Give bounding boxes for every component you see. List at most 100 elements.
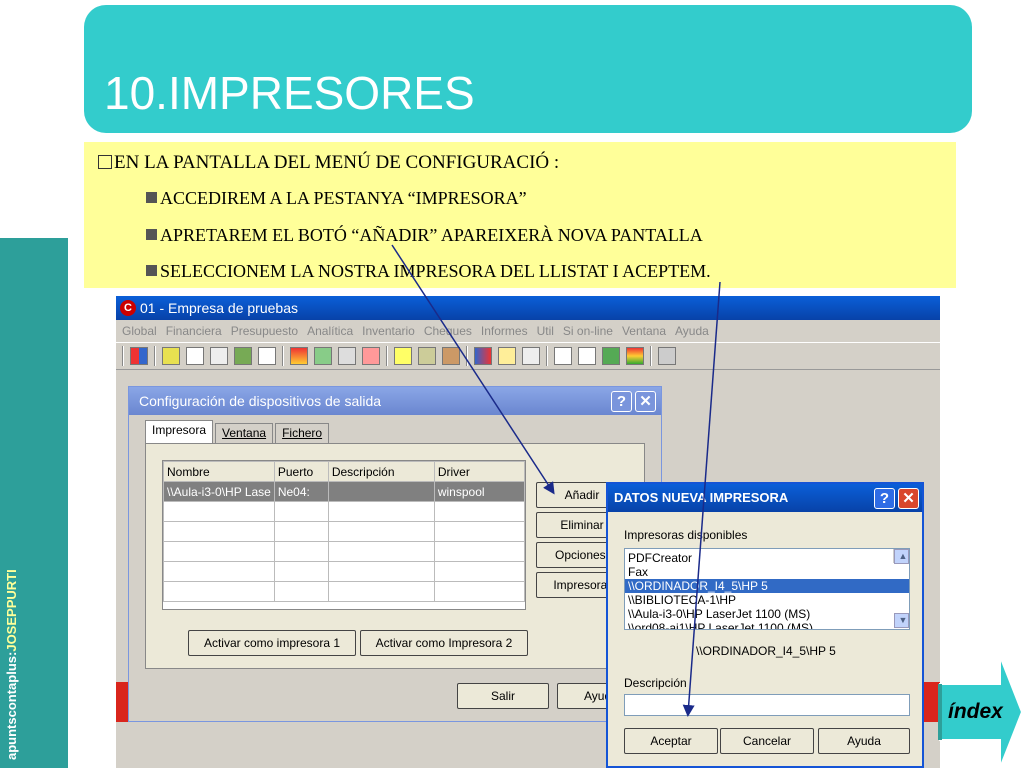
list-item[interactable]: PDFCreator (625, 551, 909, 565)
menu-presupuesto[interactable]: Presupuesto (231, 324, 298, 338)
nueva-titlebar: DATOS NUEVA IMPRESORA ? ✕ (608, 484, 922, 512)
selected-printer-text: \\ORDINADOR_I4_5\HP 5 (696, 644, 836, 658)
menu-analitica[interactable]: Analítica (307, 324, 353, 338)
app-toolbar (116, 342, 940, 370)
list-item[interactable]: \\ord08-ai1\HP LaserJet 1100 (MS) (625, 621, 909, 629)
toolbar-check-icon[interactable] (314, 347, 332, 365)
list-item[interactable]: \\Aula-i3-0\HP LaserJet 1100 (MS) (625, 607, 909, 621)
toolbar-money-icon[interactable] (418, 347, 436, 365)
toolbar-flag-icon[interactable] (290, 347, 308, 365)
left-sidebar: apuntscontaplus:JOSEPPURTI (0, 0, 68, 768)
printers-list[interactable]: PDFCreator Fax \\ORDINADOR_I4_5\HP 5 \\B… (624, 548, 910, 630)
toolbar-book-icon[interactable] (338, 347, 356, 365)
menu-ventana[interactable]: Ventana (622, 324, 666, 338)
toolbar-separator (386, 346, 388, 366)
bullet-item-text: APRETAREM EL BOTÓ “AÑADIR” APAREIXERÀ NO… (160, 225, 703, 245)
printers-table[interactable]: Nombre Puerto Descripción Driver \\Aula-… (162, 460, 526, 610)
aceptar-button[interactable]: Aceptar (624, 728, 718, 754)
bullet-main: EN LA PANTALLA DEL MENÚ DE CONFIGURACIÓ … (98, 152, 559, 174)
list-scrollbar[interactable]: ▲ ▼ (893, 549, 909, 628)
table-row[interactable] (163, 521, 526, 542)
menu-si-online[interactable]: Si on-line (563, 324, 613, 338)
close-icon[interactable]: ✕ (898, 488, 919, 509)
app-title-text: 01 - Empresa de pruebas (140, 300, 298, 316)
config-tabs: Impresora Ventana Fichero (145, 420, 331, 444)
bullet-item: ACCEDIREM A LA PESTANYA “IMPRESORA” (146, 188, 527, 209)
config-panel: Nombre Puerto Descripción Driver \\Aula-… (145, 443, 645, 669)
menu-informes[interactable]: Informes (481, 324, 528, 338)
table-row[interactable] (163, 541, 526, 562)
table-row[interactable]: \\Aula-i3-0\HP Lase Ne04: winspool (163, 481, 526, 502)
nueva-impresora-dialog: DATOS NUEVA IMPRESORA ? ✕ Impresoras dis… (606, 482, 924, 768)
menu-ayuda[interactable]: Ayuda (675, 324, 709, 338)
table-row[interactable] (163, 581, 526, 602)
bullet-box: EN LA PANTALLA DEL MENÚ DE CONFIGURACIÓ … (84, 142, 956, 288)
toolbar-be-icon[interactable] (258, 347, 276, 365)
tab-fichero[interactable]: Fichero (275, 423, 330, 443)
toolbar-separator (546, 346, 548, 366)
impresoras-disponibles-label: Impresoras disponibles (624, 528, 748, 542)
toolbar-report-icon[interactable] (498, 347, 516, 365)
toolbar-calendar-icon[interactable] (362, 347, 380, 365)
menu-util[interactable]: Util (537, 324, 554, 338)
list-item[interactable]: \\BIBLIOTECA-1\HP (625, 593, 909, 607)
toolbar-transfer-icon[interactable] (602, 347, 620, 365)
menu-financiera[interactable]: Financiera (166, 324, 222, 338)
config-title-text: Configuración de dispositivos de salida (139, 393, 382, 409)
toolbar-separator (122, 346, 124, 366)
table-row[interactable] (163, 501, 526, 522)
help-icon[interactable]: ? (874, 488, 895, 509)
descripcion-input[interactable] (624, 694, 910, 716)
toolbar-calculator-icon[interactable] (658, 347, 676, 365)
list-item[interactable]: Fax (625, 565, 909, 579)
close-icon[interactable]: ✕ (635, 391, 656, 412)
config-titlebar: Configuración de dispositivos de salida … (129, 387, 661, 415)
app-titlebar: C 01 - Empresa de pruebas (116, 296, 940, 320)
toolbar-separator (466, 346, 468, 366)
menu-inventario[interactable]: Inventario (362, 324, 415, 338)
bullet-item: SELECCIONEM LA NOSTRA IMPRESORA DEL LLIS… (146, 261, 711, 282)
column-nombre[interactable]: Nombre (163, 461, 275, 482)
scroll-up-icon[interactable]: ▲ (894, 549, 909, 564)
toolbar-seta-icon[interactable] (186, 347, 204, 365)
toolbar-folder-icon[interactable] (442, 347, 460, 365)
table-header: Nombre Puerto Descripción Driver (163, 461, 526, 482)
toolbar-chart-icon[interactable] (474, 347, 492, 365)
toolbar-separator (154, 346, 156, 366)
column-descripcion[interactable]: Descripción (327, 461, 435, 482)
hollow-square-icon (98, 155, 112, 169)
toolbar-edit-icon[interactable] (578, 347, 596, 365)
toolbar-grid-icon[interactable] (162, 347, 180, 365)
menu-cheques[interactable]: Cheques (424, 324, 472, 338)
tab-impresora[interactable]: Impresora (145, 420, 214, 444)
square-bullet-icon (146, 192, 157, 203)
column-puerto[interactable]: Puerto (273, 461, 329, 482)
toolbar-separator (282, 346, 284, 366)
menu-global[interactable]: Global (122, 324, 157, 338)
salir-button[interactable]: Salir (457, 683, 549, 709)
cancelar-button[interactable]: Cancelar (720, 728, 814, 754)
toolbar-lightbulb-icon[interactable] (394, 347, 412, 365)
table-row[interactable] (163, 561, 526, 582)
help-icon[interactable]: ? (611, 391, 632, 412)
toolbar-table-icon[interactable] (554, 347, 572, 365)
slide-title: 10.IMPRESORES (104, 67, 475, 119)
toolbar-preview-icon[interactable] (522, 347, 540, 365)
cell-nombre: \\Aula-i3-0\HP Lase (163, 481, 275, 502)
cell-descripcion (327, 481, 435, 502)
tab-ventana[interactable]: Ventana (215, 423, 274, 443)
activar-impresora-2-button[interactable]: Activar como Impresora 2 (360, 630, 528, 656)
toolbar-stack-icon[interactable] (626, 347, 644, 365)
index-label[interactable]: índex (948, 700, 1003, 724)
toolbar-document-icon[interactable] (210, 347, 228, 365)
bullet-main-text: EN LA PANTALLA DEL MENÚ DE CONFIGURACIÓ … (114, 152, 560, 173)
toolbar-windows-icon[interactable] (130, 347, 148, 365)
ayuda-dialog-button[interactable]: Ayuda (818, 728, 910, 754)
activar-impresora-1-button[interactable]: Activar como impresora 1 (188, 630, 356, 656)
bullet-item-text: SELECCIONEM LA NOSTRA IMPRESORA DEL LLIS… (160, 261, 711, 281)
scroll-down-icon[interactable]: ▼ (894, 613, 909, 628)
toolbar-tools-icon[interactable] (234, 347, 252, 365)
column-driver[interactable]: Driver (433, 461, 526, 482)
list-item-selected[interactable]: \\ORDINADOR_I4_5\HP 5 (625, 579, 909, 593)
side-label-author: JOSEPPURTI (4, 569, 19, 652)
